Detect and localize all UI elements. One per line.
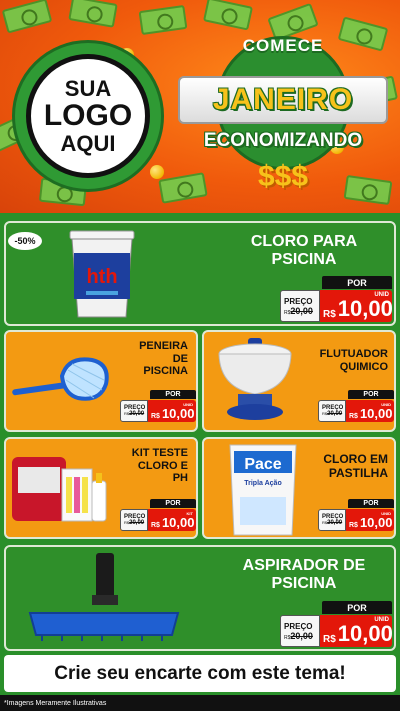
chlorine-floater-image bbox=[218, 338, 292, 420]
por-label: POR bbox=[348, 499, 394, 508]
por-label: POR bbox=[150, 499, 196, 508]
preco-label: PREÇO bbox=[284, 296, 313, 306]
chlorine-tablet-bag-image: Pace Tripla Ação bbox=[229, 444, 297, 536]
title-janeiro-banner: JANEIRO bbox=[178, 76, 388, 124]
cta-banner[interactable]: Crie seu encarte com este tema! bbox=[4, 655, 396, 692]
product-title: FLUTUADOR QUIMICO bbox=[319, 348, 388, 373]
price-tag: POR PREÇO R$20,00 R$ 10,00 UNID bbox=[280, 276, 393, 322]
new-price: 10,00 bbox=[359, 406, 393, 421]
hth-brand-text: hth bbox=[86, 266, 117, 288]
old-price: 20,00 bbox=[327, 411, 343, 417]
logo-text: AQUI bbox=[60, 130, 116, 156]
logo-text: LOGO bbox=[43, 99, 133, 133]
price-tag: POR PREÇO R$20,00 R$ 10,00 UNID bbox=[120, 390, 196, 422]
old-price: 20,00 bbox=[290, 630, 313, 641]
test-kit-image bbox=[12, 457, 107, 522]
por-label: POR bbox=[322, 601, 392, 614]
logo-placeholder: SUA LOGO AQUI bbox=[12, 40, 164, 192]
coin-icon bbox=[150, 165, 164, 179]
pool-skimmer-net-image bbox=[12, 357, 109, 401]
product-card-cloro[interactable]: hth CLORO PARA PSICINA POR PREÇO R$20,00… bbox=[4, 221, 396, 326]
product-card-kit-teste[interactable]: KIT TESTE CLORO E PH POR PREÇO R$20,00 R… bbox=[4, 437, 198, 539]
product-title: KIT TESTE CLORO E PH bbox=[131, 447, 188, 485]
campaign-title: COMECE JANEIRO ECONOMIZANDO $$$ bbox=[178, 30, 388, 202]
old-price: 20,00 bbox=[327, 520, 343, 526]
por-label: POR bbox=[150, 390, 196, 399]
product-title: PENEIRA DE PISCINA bbox=[139, 340, 188, 378]
product-card-cloro-pastilha[interactable]: Pace Tripla Ação CLORO EM PASTILHA POR P… bbox=[202, 437, 396, 539]
por-label: POR bbox=[322, 276, 392, 289]
product-card-aspirador[interactable]: ASPIRADOR DE PSICINA POR PREÇO R$20,00 R… bbox=[4, 545, 396, 651]
por-label: POR bbox=[348, 390, 394, 399]
old-price: 20,00 bbox=[290, 305, 313, 316]
price-tag: POR PREÇO R$20,00 R$ 10,00 UNID bbox=[318, 390, 394, 422]
old-price: 20,00 bbox=[129, 520, 145, 526]
price-tag: POR PREÇO R$20,00 R$ 10,00 UNID bbox=[280, 601, 393, 647]
disclaimer-text: *Imagens Meramente Ilustrativas bbox=[0, 695, 400, 711]
new-price: 10,00 bbox=[161, 515, 195, 530]
new-price: 10,00 bbox=[337, 296, 393, 321]
money-bill-icon bbox=[203, 0, 253, 31]
price-tag: POR PREÇO R$20,00 R$ 10,00 UNID bbox=[318, 499, 394, 531]
pace-sub-text: Tripla Ação bbox=[244, 480, 281, 487]
title-comece: COMECE bbox=[242, 36, 324, 55]
product-title: ASPIRADOR DE PSICINA bbox=[242, 557, 366, 593]
old-price: 20,00 bbox=[129, 411, 145, 417]
pace-brand-text: Pace bbox=[244, 456, 281, 473]
product-title: CLORO EM PASTILHA bbox=[323, 452, 388, 480]
new-price: 10,00 bbox=[337, 621, 393, 646]
discount-badge: -50% bbox=[8, 232, 42, 250]
header-banner: SUA LOGO AQUI COMECE JANEIRO ECONOMIZAND… bbox=[0, 0, 400, 213]
product-title: CLORO PARA PSICINA bbox=[250, 233, 358, 269]
product-card-flutuador[interactable]: FLUTUADOR QUIMICO POR PREÇO R$20,00 R$ 1… bbox=[202, 330, 396, 432]
title-dollars: $$$ bbox=[257, 160, 309, 193]
money-bill-icon bbox=[68, 0, 118, 28]
pool-vacuum-head-image bbox=[28, 553, 180, 641]
title-economizando: ECONOMIZANDO bbox=[203, 130, 363, 151]
product-card-peneira[interactable]: PENEIRA DE PISCINA POR PREÇO R$20,00 R$ … bbox=[4, 330, 198, 432]
logo-text: SUA bbox=[64, 76, 112, 102]
new-price: 10,00 bbox=[359, 515, 393, 530]
money-bill-icon bbox=[1, 0, 53, 34]
price-tag: POR PREÇO R$20,00 R$ 10,00 KIT bbox=[120, 499, 196, 531]
preco-label: PREÇO bbox=[284, 621, 313, 631]
chlorine-bucket-image: hth bbox=[69, 230, 135, 318]
title-janeiro: JANEIRO bbox=[212, 83, 354, 116]
new-price: 10,00 bbox=[161, 406, 195, 421]
